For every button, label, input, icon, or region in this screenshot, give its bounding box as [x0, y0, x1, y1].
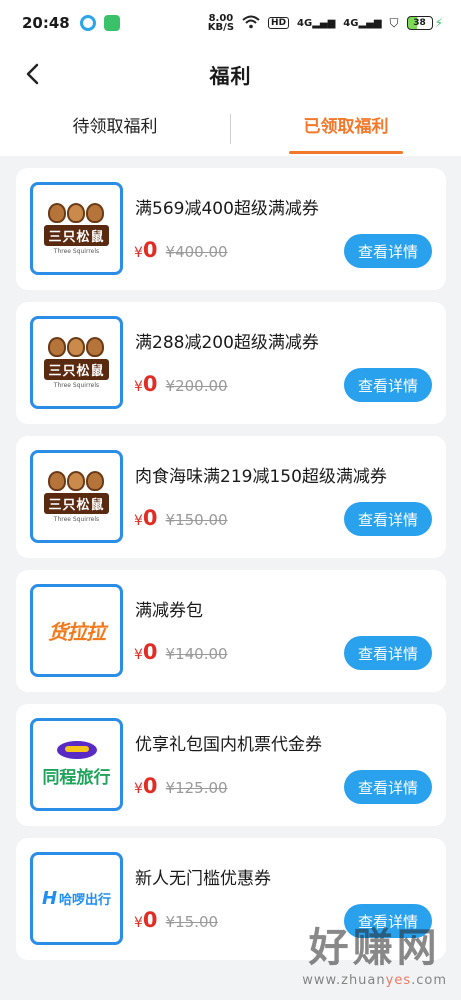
back-arrow-icon[interactable]: [18, 60, 46, 88]
watermark-url-prefix: www.zhuan: [302, 973, 386, 988]
blimp-icon: [56, 741, 97, 759]
coupon-card[interactable]: 货拉拉 满减券包 ¥ 0 ¥140.00 查看详情: [16, 570, 446, 692]
coupon-title: 新人无门槛优惠券: [135, 869, 271, 889]
coupon-list: 三只松鼠 Three Squirrels 满569减400超级满减券 ¥ 0 ¥…: [16, 168, 446, 972]
watermark-url: www.zhuanyes.com: [302, 973, 447, 988]
current-price: 0: [142, 908, 158, 932]
squirrel-faces-icon: [48, 470, 105, 491]
current-price: 0: [142, 238, 158, 262]
watermark: 好赚网 www.zhuanyes.com: [302, 915, 447, 988]
current-price: 0: [142, 774, 158, 798]
watermark-title: 好赚网: [308, 925, 441, 971]
hellobike-logo: H 哈啰出行: [42, 888, 111, 909]
status-time: 20:48: [22, 14, 70, 32]
currency-symbol: ¥: [134, 379, 143, 395]
brand-name: 三只松鼠: [44, 492, 109, 514]
coupon-title: 优享礼包国内机票代金券: [135, 735, 322, 755]
three-squirrels-logo: 三只松鼠 Three Squirrels: [44, 470, 109, 523]
network-speed-unit: KB/S: [207, 22, 235, 33]
coupon-title: 肉食海味满219减150超级满减券: [135, 467, 387, 487]
three-squirrels-logo: 三只松鼠 Three Squirrels: [44, 202, 109, 255]
view-details-button[interactable]: 查看详情: [344, 502, 432, 536]
view-details-button[interactable]: 查看详情: [344, 770, 432, 804]
price-row: ¥ 0 ¥140.00: [134, 640, 228, 664]
brand-logo: 三只松鼠 Three Squirrels: [30, 182, 123, 275]
brand-logo: 货拉拉: [30, 584, 123, 677]
original-price: ¥125.00: [165, 779, 228, 797]
watermark-url-highlight: yes: [385, 973, 412, 988]
tab-bar: 待领取福利 已领取福利: [0, 102, 461, 156]
charging-icon: ⚡: [434, 16, 443, 30]
signal2-label: 4G: [343, 17, 359, 29]
tab-pending-benefits[interactable]: 待领取福利: [0, 102, 230, 156]
original-price: ¥150.00: [165, 511, 228, 529]
huolala-logo: 货拉拉: [48, 620, 106, 644]
currency-symbol: ¥: [134, 647, 143, 663]
squirrel-faces-icon: [48, 336, 105, 357]
tongcheng-logo: 同程旅行: [43, 741, 111, 788]
current-price: 0: [142, 640, 158, 664]
currency-symbol: ¥: [134, 781, 143, 797]
brand-name: 哈啰出行: [59, 893, 112, 908]
original-price: ¥400.00: [165, 243, 228, 261]
coupon-card[interactable]: 三只松鼠 Three Squirrels 满569减400超级满减券 ¥ 0 ¥…: [16, 168, 446, 290]
status-indicators: 8.00 KB/S HD 4G▂▄▆ 4G▂▄▆ ⛉ 38 ⚡: [207, 14, 443, 33]
brand-name: 三只松鼠: [44, 224, 109, 246]
current-price: 0: [142, 372, 158, 396]
status-app-icons: [79, 15, 120, 31]
vpn-shield-icon: ⛉: [389, 15, 399, 30]
app-notification-icon: [79, 15, 96, 31]
battery-level: 38: [406, 16, 433, 30]
three-squirrels-logo: 三只松鼠 Three Squirrels: [44, 336, 109, 389]
original-price: ¥140.00: [165, 645, 228, 663]
coupon-card[interactable]: 同程旅行 优享礼包国内机票代金券 ¥ 0 ¥125.00 查看详情: [16, 704, 446, 826]
brand-subtitle: Three Squirrels: [53, 381, 100, 389]
currency-symbol: ¥: [134, 513, 143, 529]
message-app-icon: [103, 15, 120, 31]
network-speed: 8.00 KB/S: [207, 14, 235, 33]
brand-logo: H 哈啰出行: [30, 852, 123, 945]
coupon-card[interactable]: 三只松鼠 Three Squirrels 满288减200超级满减券 ¥ 0 ¥…: [16, 302, 446, 424]
signal-icon-2: 4G▂▄▆: [343, 17, 382, 29]
coupon-card[interactable]: 三只松鼠 Three Squirrels 肉食海味满219减150超级满减券 ¥…: [16, 436, 446, 558]
brand-name: 三只松鼠: [44, 358, 109, 380]
brand-subtitle: Three Squirrels: [53, 515, 100, 523]
price-row: ¥ 0 ¥150.00: [134, 506, 228, 530]
current-price: 0: [142, 506, 158, 530]
wifi-icon: [242, 15, 260, 32]
price-row: ¥ 0 ¥200.00: [134, 372, 228, 396]
hd-voice-icon: HD: [268, 17, 290, 29]
price-row: ¥ 0 ¥125.00: [134, 774, 228, 798]
coupon-title: 满减券包: [135, 601, 203, 621]
brand-subtitle: Three Squirrels: [53, 247, 100, 255]
brand-logo: 同程旅行: [30, 718, 123, 811]
original-price: ¥200.00: [165, 377, 228, 395]
page-title: 福利: [209, 63, 252, 88]
status-bar: 20:48 8.00 KB/S HD 4G▂▄▆ 4G▂▄▆ ⛉ 38 ⚡: [0, 0, 461, 46]
battery-icon: 38 ⚡: [406, 16, 443, 30]
original-price: ¥15.00: [165, 913, 219, 931]
brand-logo: 三只松鼠 Three Squirrels: [30, 450, 123, 543]
price-row: ¥ 0 ¥400.00: [134, 238, 228, 262]
coupon-title: 满288减200超级满减券: [135, 333, 319, 353]
signal-icon: 4G▂▄▆: [297, 17, 336, 29]
view-details-button[interactable]: 查看详情: [344, 636, 432, 670]
squirrel-faces-icon: [48, 202, 105, 223]
signal1-label: 4G: [297, 17, 313, 29]
tab-claimed-benefits[interactable]: 已领取福利: [231, 102, 461, 156]
view-details-button[interactable]: 查看详情: [344, 368, 432, 402]
currency-symbol: ¥: [134, 915, 143, 931]
currency-symbol: ¥: [134, 245, 143, 261]
nav-bar: 福利: [0, 46, 461, 102]
brand-name: 同程旅行: [42, 768, 111, 788]
hellobike-h-icon: H: [41, 888, 58, 909]
brand-logo: 三只松鼠 Three Squirrels: [30, 316, 123, 409]
watermark-url-suffix: .com: [411, 973, 447, 988]
coupon-title: 满569减400超级满减券: [135, 199, 319, 219]
view-details-button[interactable]: 查看详情: [344, 234, 432, 268]
price-row: ¥ 0 ¥15.00: [134, 908, 218, 932]
